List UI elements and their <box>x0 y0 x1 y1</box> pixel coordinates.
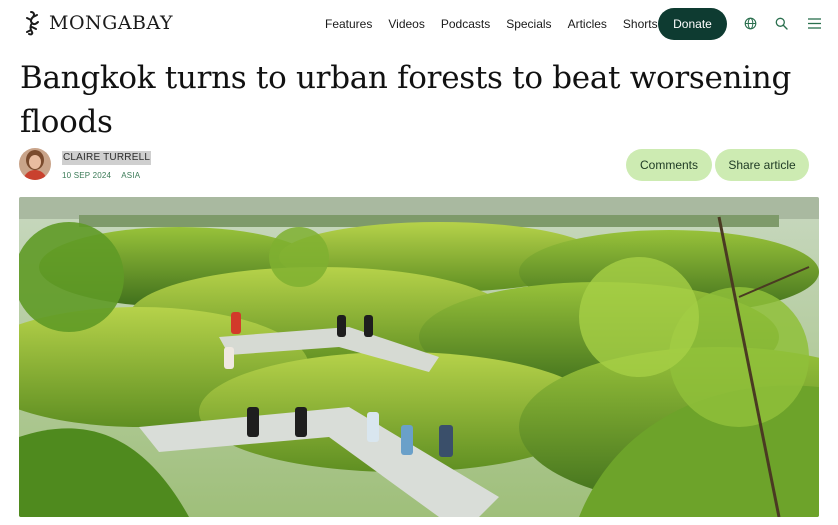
share-article-button[interactable]: Share article <box>715 149 809 181</box>
nav-shorts[interactable]: Shorts <box>623 16 658 32</box>
site-logo[interactable]: MONGABAY <box>18 9 173 37</box>
hero-image <box>19 197 819 517</box>
nav-features[interactable]: Features <box>325 16 372 32</box>
donate-button[interactable]: Donate <box>658 8 727 40</box>
nav-specials[interactable]: Specials <box>506 16 551 32</box>
site-header: MONGABAY Features Videos Podcasts Specia… <box>0 0 838 48</box>
nav-articles[interactable]: Articles <box>568 16 607 32</box>
comments-button[interactable]: Comments <box>626 149 712 181</box>
section-tag[interactable]: ASIA <box>121 171 140 180</box>
avatar-photo <box>19 148 51 180</box>
author-name[interactable]: CLAIRE TURRELL <box>62 151 152 165</box>
article-meta: 10 SEP 2024 ASIA <box>62 171 148 180</box>
author-avatar[interactable] <box>19 148 51 180</box>
search-icon[interactable] <box>775 17 788 30</box>
article-title: Bangkok turns to urban forests to beat w… <box>20 60 791 140</box>
gecko-logo-icon <box>26 11 39 36</box>
urban-forest-park-photo <box>19 197 819 517</box>
main-nav: Features Videos Podcasts Specials Articl… <box>325 16 674 32</box>
logo-text: MONGABAY <box>49 12 174 34</box>
nav-podcasts[interactable]: Podcasts <box>441 16 490 32</box>
publish-date: 10 SEP 2024 <box>62 171 112 180</box>
nav-videos[interactable]: Videos <box>388 16 424 32</box>
menu-icon[interactable] <box>807 17 822 30</box>
language-icon[interactable] <box>744 17 757 30</box>
